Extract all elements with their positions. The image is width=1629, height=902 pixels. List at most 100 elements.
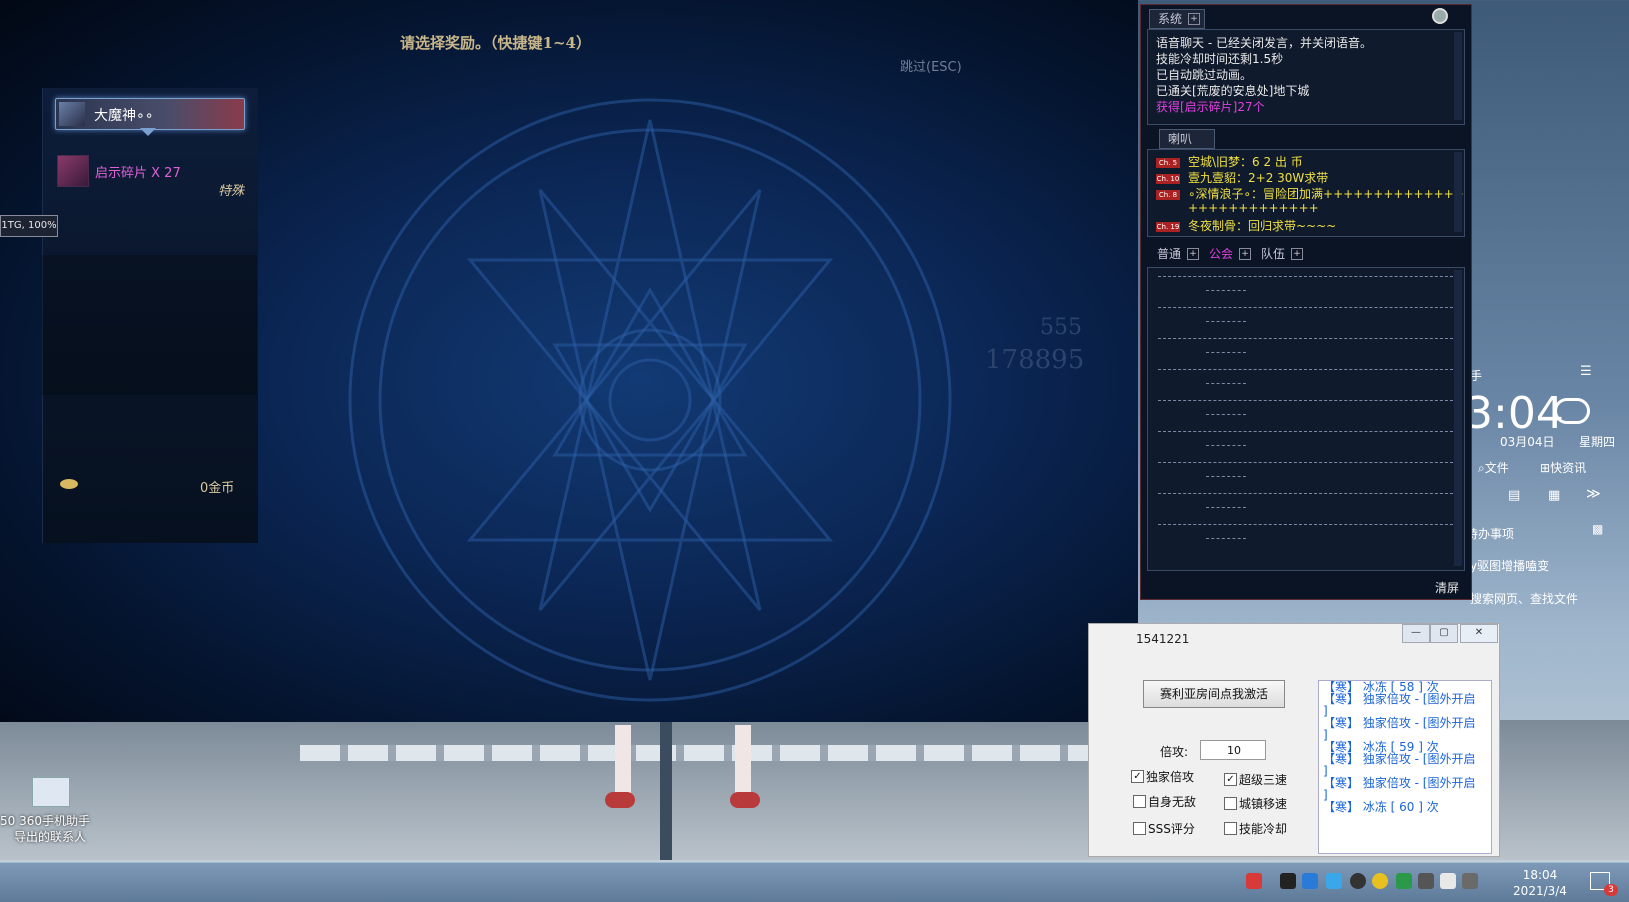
chat-separator: [1206, 445, 1246, 446]
activate-button[interactable]: 赛利亚房间点我激活: [1143, 680, 1285, 708]
magic-circle-icon: [348, 98, 952, 702]
reward-prompt-title: 请选择奖励。（快捷键1~4）: [400, 34, 591, 52]
qq-tray-icon[interactable]: [1350, 873, 1366, 889]
option-label: 独家倍攻: [1146, 770, 1195, 784]
tab-system[interactable]: 系统 +: [1149, 9, 1206, 29]
g-tray-icon[interactable]: [1372, 873, 1388, 889]
chat-separator: [1206, 321, 1246, 322]
horn-text: 空城\旧梦：6 2 出 币: [1188, 155, 1303, 169]
tp-tray-icon[interactable]: [1280, 873, 1296, 889]
bg-number: 178895: [985, 345, 1085, 375]
system-message: 语音聊天 - 已经关闭发言，并关闭语音。: [1156, 36, 1372, 50]
reward-item-name: 启示碎片 X 27: [95, 166, 181, 181]
desktop-date: 03月04日: [1500, 435, 1555, 449]
chat-separator: [1206, 352, 1246, 353]
add-tab-icon[interactable]: +: [1188, 13, 1201, 25]
option-label: SSS评分: [1148, 822, 1195, 836]
minimize-button[interactable]: —: [1402, 624, 1430, 643]
super-speed-checkbox[interactable]: ✓: [1224, 773, 1237, 786]
volume-tray-icon[interactable]: [1462, 873, 1478, 889]
skip-button[interactable]: 跳过(ESC): [900, 56, 962, 75]
chat-separator: [1158, 400, 1458, 401]
tab-horn[interactable]: 喇叭: [1159, 129, 1216, 149]
settings-gear-icon[interactable]: [1432, 8, 1448, 24]
tool-window-title: 1541221: [1136, 632, 1190, 646]
channel-badge: Ch. 10: [1156, 173, 1180, 184]
scrollbar[interactable]: [1454, 152, 1462, 232]
system-message-box: 语音聊天 - 已经关闭发言，并关闭语音。 技能冷却时间还剩1.5秒 已自动跳过动画。…: [1147, 29, 1465, 125]
shield-tray-icon[interactable]: [1396, 873, 1412, 889]
log-line: 【寒】 独家倍攻 - [图外开启: [1323, 776, 1476, 790]
skill-cooldown-checkbox[interactable]: [1224, 822, 1237, 835]
display-tray-icon[interactable]: [1440, 873, 1456, 889]
chat-window[interactable]: 系统 + 语音聊天 - 已经关闭发言，并关闭语音。 技能冷却时间还剩1.5秒 已自动跳…: [1140, 4, 1472, 600]
notification-count-badge: 3: [1604, 884, 1618, 896]
desktop-icon-label[interactable]: 50 360手机助手 导出的联系人: [0, 813, 90, 845]
shard-item-icon[interactable]: [57, 155, 89, 187]
scrollbar[interactable]: [1454, 32, 1462, 120]
contacts-file-icon[interactable]: [32, 777, 70, 807]
horn-message: Ch. 19 冬夜制骨：回归求带~~~~: [1156, 217, 1336, 234]
sss-score-checkbox[interactable]: [1133, 822, 1146, 835]
option-label: 技能冷却: [1239, 822, 1288, 836]
widget-menu-icon[interactable]: ☰: [1580, 364, 1592, 379]
scrollbar[interactable]: [1454, 270, 1462, 566]
search-icon: ⌕: [1478, 461, 1485, 475]
close-button[interactable]: ✕: [1460, 624, 1498, 643]
tab-normal[interactable]: 普通 +: [1149, 245, 1203, 263]
clear-screen-button[interactable]: 清屏: [1435, 579, 1459, 596]
multiplier-input[interactable]: 10: [1200, 740, 1266, 760]
tab-party[interactable]: 队伍 +: [1253, 245, 1307, 263]
multiplier-label: 倍攻:: [1160, 745, 1189, 759]
widget-partial-hint: y驱图增播嗑变: [1470, 559, 1550, 573]
widget-file-link[interactable]: ⌕文件: [1478, 459, 1509, 476]
player-avatar: [59, 102, 85, 126]
gold-badge: 1TG, 100%: [0, 215, 58, 237]
news-icon: ⊞: [1540, 461, 1551, 475]
mail-tray-icon[interactable]: [1302, 873, 1318, 889]
widget-grid-icon[interactable]: ▦: [1548, 488, 1560, 503]
add-tab-icon[interactable]: +: [1239, 248, 1252, 260]
exclusive-multiplier-checkbox[interactable]: ✓: [1131, 770, 1144, 783]
chat-separator: [1206, 290, 1246, 291]
widget-expand-icon[interactable]: ≫: [1586, 486, 1601, 502]
maximize-button[interactable]: ▢: [1430, 624, 1458, 643]
option-label: 自身无敌: [1148, 795, 1197, 809]
horn-text: 冬夜制骨：回归求带~~~~: [1188, 219, 1337, 233]
wallpaper-shoe: [605, 792, 635, 808]
horn-message-box: Ch. 5 空城\旧梦：6 2 出 币 Ch. 10 壹九壹貂：2+2 30W求带 Ch…: [1147, 149, 1465, 237]
town-speed-checkbox[interactable]: [1224, 797, 1237, 810]
widget-note-icon[interactable]: ▤: [1508, 488, 1520, 503]
horn-text: ∘深情浪子∘：冒险团加满+++++++++++++++++++++: [1188, 187, 1464, 201]
widget-news-link[interactable]: ⊞快资讯: [1540, 459, 1586, 476]
chat-separator: [1206, 538, 1246, 539]
add-tab-icon[interactable]: +: [1187, 248, 1200, 260]
invincible-checkbox[interactable]: [1133, 795, 1146, 808]
chat-separator: [1206, 383, 1246, 384]
wallpaper-leg: [735, 725, 751, 795]
add-tab-icon[interactable]: +: [1291, 248, 1304, 260]
system-message: 已自动跳过动画。: [1156, 68, 1253, 82]
player-card-pointer-icon: [140, 128, 156, 136]
network-tray-icon[interactable]: [1418, 873, 1434, 889]
log-line: 【寒】 独家倍攻 - [图外开启: [1323, 752, 1476, 766]
antivirus-tray-icon[interactable]: [1246, 873, 1262, 889]
widget-todo-link[interactable]: 待办事项: [1466, 525, 1514, 542]
coin-icon: [60, 479, 78, 489]
player-card[interactable]: 大魔神∘∘: [55, 98, 245, 130]
gold-amount: 0金币: [200, 481, 235, 496]
box-tray-icon[interactable]: [1326, 873, 1342, 889]
widget-search-link[interactable]: 搜索网页、查找文件: [1470, 590, 1578, 607]
channel-badge: Ch. 8: [1156, 189, 1180, 200]
normal-chat-box: [1147, 267, 1465, 571]
chat-separator: [1158, 276, 1458, 277]
reward-item-type: 特殊: [218, 184, 245, 199]
game-window[interactable]: 请选择奖励。（快捷键1~4） 跳过(ESC) 555 178895 大魔神∘∘ …: [0, 0, 1138, 722]
system-message: 技能冷却时间还剩1.5秒: [1156, 52, 1284, 66]
taskbar-clock[interactable]: 18:04 2021/3/4: [1510, 867, 1570, 899]
widget-qr-icon[interactable]: ▩: [1592, 522, 1603, 536]
tab-guild[interactable]: 公会 +: [1201, 245, 1255, 263]
chat-separator: [1158, 307, 1458, 308]
option-label: 超级三速: [1239, 773, 1288, 787]
chat-separator: [1158, 493, 1458, 494]
